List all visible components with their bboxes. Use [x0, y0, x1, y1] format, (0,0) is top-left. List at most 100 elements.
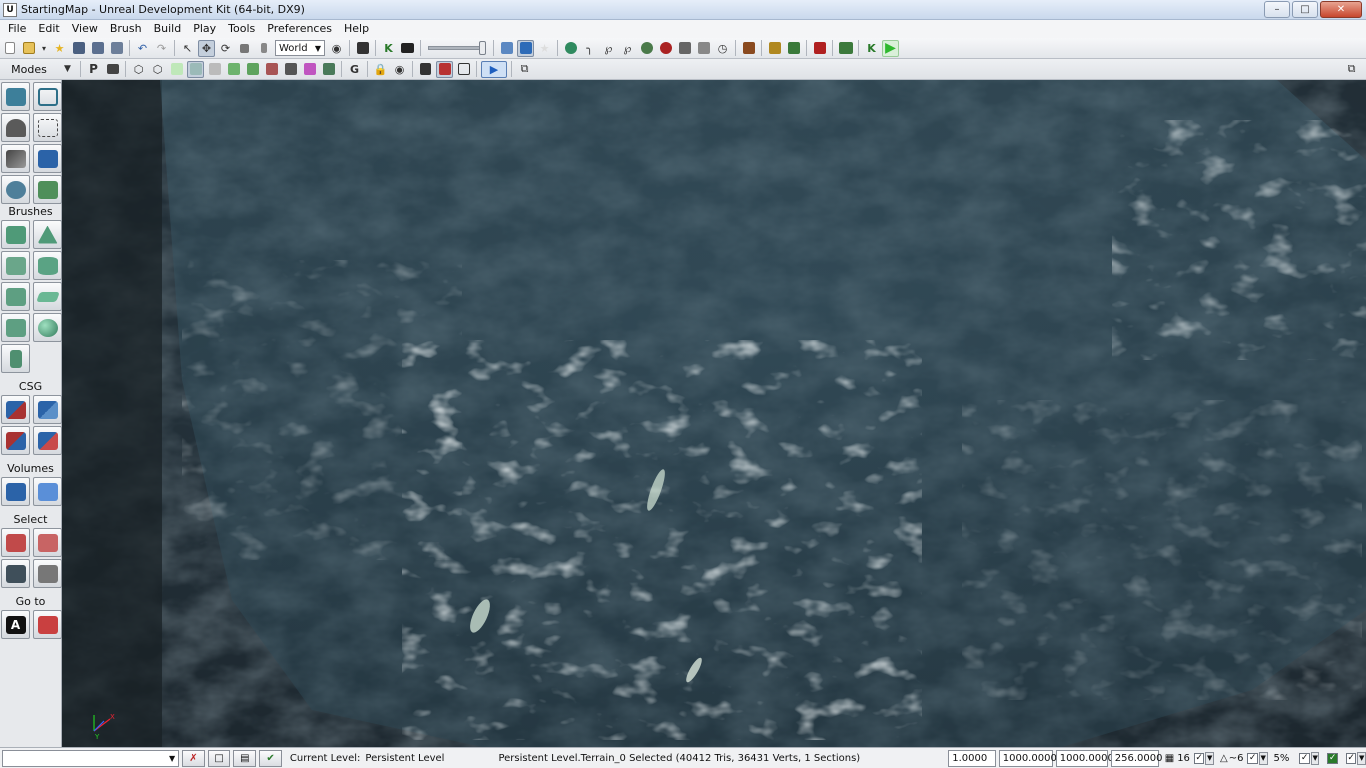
kismet-icon[interactable]	[354, 40, 371, 57]
show-selected-button[interactable]	[1, 528, 30, 557]
cylinder-brush-button[interactable]	[33, 251, 62, 280]
save-icon[interactable]	[70, 40, 87, 57]
lock-icon[interactable]: 🔒	[372, 61, 389, 78]
slider-thumb[interactable]	[479, 41, 486, 55]
curved-stair-brush-button[interactable]	[1, 251, 30, 280]
value-field-4[interactable]: 256.0000	[1110, 749, 1162, 767]
sphere-brush-button[interactable]	[33, 313, 62, 342]
close-button[interactable]: ✕	[1320, 1, 1362, 18]
lighting-check-icon[interactable]	[695, 40, 712, 57]
menu-file[interactable]: File	[2, 20, 32, 38]
menu-play[interactable]: Play	[187, 20, 222, 38]
minimize-button[interactable]: –	[1264, 1, 1290, 18]
scale-icon[interactable]	[236, 40, 253, 57]
generic-browser-icon[interactable]	[517, 39, 534, 57]
launch-icon[interactable]	[785, 40, 802, 57]
foliage-mode-button[interactable]	[33, 175, 62, 204]
build-lighting-icon[interactable]: ℘	[600, 40, 617, 57]
light-complexity-icon[interactable]	[225, 61, 242, 78]
lighting-only-icon[interactable]	[206, 61, 223, 78]
csg-add-button[interactable]	[1, 395, 30, 424]
drag-grid-toggle-icon[interactable]: ✗	[182, 749, 205, 767]
csg-subtract-button[interactable]	[33, 395, 62, 424]
build-cover-icon[interactable]	[638, 40, 655, 57]
texture-density-icon[interactable]	[244, 61, 261, 78]
redo-icon[interactable]: ↷	[153, 40, 170, 57]
terrain-mode-button[interactable]	[1, 113, 30, 142]
save-levels-icon[interactable]	[108, 40, 125, 57]
favorite-star-icon[interactable]: ★	[51, 40, 68, 57]
menu-edit[interactable]: Edit	[32, 20, 65, 38]
camera-movement-icon[interactable]	[436, 60, 453, 78]
drag-grid-field[interactable]: 1.0000	[948, 749, 996, 767]
spiral-stair-brush-button[interactable]	[1, 313, 30, 342]
coord-system-select[interactable]: World ▼	[275, 40, 325, 56]
bookmark-star-icon[interactable]: ★	[536, 40, 553, 57]
play-in-editor-icon[interactable]: ▶	[882, 39, 899, 57]
kismet-k-icon[interactable]: K	[380, 40, 397, 57]
game-view-g-button[interactable]: G	[346, 61, 363, 78]
maximize-button[interactable]: □	[1292, 1, 1318, 18]
streaming-icon[interactable]: ▤	[233, 749, 257, 767]
shader-complexity-icon[interactable]	[263, 61, 280, 78]
rotate-icon[interactable]: ⟳	[217, 40, 234, 57]
lightmap-density-icon[interactable]	[282, 61, 299, 78]
viewport-float-icon[interactable]: ⧉	[516, 61, 533, 78]
wireframe-icon[interactable]: ⬡	[149, 61, 166, 78]
invert-selection-button[interactable]	[1, 559, 30, 588]
goto-actor-button[interactable]: A	[1, 610, 30, 639]
grid-snap-checkbox[interactable]: ✓	[1193, 752, 1205, 764]
goto-builder-brush-button[interactable]	[33, 610, 62, 639]
cone-brush-button[interactable]	[33, 220, 62, 249]
content-browser-icon[interactable]	[498, 40, 515, 57]
package-icon[interactable]	[740, 40, 757, 57]
select-cursor-icon[interactable]: ↖	[179, 40, 196, 57]
grid-size-dropdown[interactable]: ▼	[1205, 751, 1214, 765]
restore-viewport-icon[interactable]: ⧉	[1343, 61, 1360, 78]
perspective-p-button[interactable]: P	[85, 61, 102, 78]
nonuniform-scale-icon[interactable]	[255, 40, 272, 57]
linear-stair-brush-button[interactable]	[1, 282, 30, 311]
level-select-dropdown[interactable]: ▼	[2, 749, 180, 767]
realtime-icon[interactable]	[417, 61, 434, 78]
rotation-snap-checkbox[interactable]: ✓	[1247, 752, 1258, 764]
mesh-paint-mode-button[interactable]	[1, 144, 30, 173]
csg-intersect-button[interactable]	[1, 426, 30, 455]
add-volume-button[interactable]	[1, 477, 30, 506]
level-browser-icon[interactable]: ✔	[259, 749, 282, 767]
build-paths-icon[interactable]: ╮	[581, 40, 598, 57]
build-geometry-icon[interactable]	[562, 40, 579, 57]
viewport-options-dropdown-icon[interactable]: ▼	[59, 61, 76, 78]
eye-icon[interactable]: ◉	[391, 61, 408, 78]
snap-vertex-checkbox[interactable]: ✓	[1345, 752, 1357, 764]
maximize-viewport-icon[interactable]	[455, 61, 472, 78]
build-all-icon[interactable]	[657, 40, 674, 57]
cook-icon[interactable]	[766, 40, 783, 57]
reflections-icon[interactable]	[320, 61, 337, 78]
sheet-brush-button[interactable]	[33, 282, 62, 311]
viewport-type-icon[interactable]	[104, 61, 121, 78]
recent-dropdown-icon[interactable]: ▾	[39, 40, 49, 57]
autosave-icon[interactable]: ✓	[1327, 752, 1338, 764]
geometry-mode-button[interactable]	[33, 82, 62, 111]
undo-icon[interactable]: ↶	[134, 40, 151, 57]
landscape-mode-button[interactable]	[33, 144, 62, 173]
find-binoculars-icon[interactable]: ◉	[328, 40, 345, 57]
translate-move-icon[interactable]: ✥	[198, 39, 215, 57]
mobile-preview-icon[interactable]	[837, 40, 854, 57]
rotation-snap-dropdown[interactable]: ▼	[1258, 751, 1268, 765]
menu-brush[interactable]: Brush	[104, 20, 148, 38]
play-in-console-icon[interactable]	[811, 40, 828, 57]
volumetric-brush-button[interactable]	[1, 344, 30, 373]
play-in-viewport-icon[interactable]: ▶	[481, 60, 507, 78]
value-field-3[interactable]: 1000.0000	[1055, 749, 1114, 767]
lighting-fx-icon[interactable]	[301, 61, 318, 78]
perspective-viewport[interactable]: X Y	[62, 80, 1366, 747]
camera-mode-button[interactable]	[1, 82, 30, 111]
show-all-button[interactable]	[33, 559, 62, 588]
add-special-button[interactable]	[33, 477, 62, 506]
hide-selected-button[interactable]	[33, 528, 62, 557]
brush-wireframe-icon[interactable]: ⬡	[130, 61, 147, 78]
scale-snap-checkbox[interactable]: ✓	[1299, 752, 1310, 764]
cube-brush-button[interactable]	[1, 220, 30, 249]
